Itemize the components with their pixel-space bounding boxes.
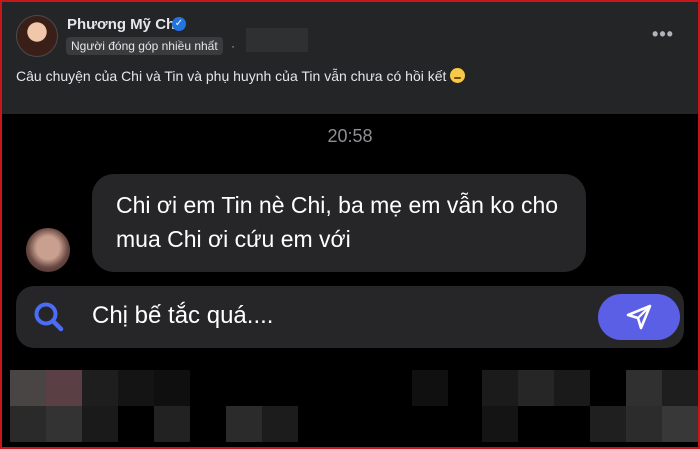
top-contributor-badge: Người đóng góp nhiều nhất xyxy=(66,37,223,55)
search-icon xyxy=(34,302,64,332)
chat-screenshot: 20:58 Chi ơi em Tin nè Chi, ba mẹ em vẫn… xyxy=(2,114,698,447)
message-text: Chi ơi em Tin nè Chi, ba mẹ em vẫn ko ch… xyxy=(116,192,559,252)
more-options-icon[interactable]: ••• xyxy=(648,24,678,48)
separator-dot: · xyxy=(231,39,235,53)
post-caption: Câu chuyện của Chi và Tin và phụ huynh c… xyxy=(16,68,466,84)
author-avatar[interactable] xyxy=(16,15,58,57)
message-input-text[interactable]: Chị bế tắc quá.... xyxy=(92,302,273,330)
caption-text: Câu chuyện của Chi và Tin và phụ huynh c… xyxy=(16,68,447,84)
send-icon xyxy=(626,304,652,330)
sender-avatar xyxy=(26,228,70,272)
message-bubble: Chi ơi em Tin nè Chi, ba mẹ em vẫn ko ch… xyxy=(92,174,586,272)
post-timestamp-blurred xyxy=(246,28,308,52)
pixelated-area xyxy=(2,370,698,447)
send-button[interactable] xyxy=(598,294,680,340)
verified-badge-icon: ✓ xyxy=(172,17,186,31)
chat-timestamp: 20:58 xyxy=(327,126,373,146)
post-header: Phương Mỹ Chi ✓ Người đóng góp nhiều nhấ… xyxy=(2,2,698,114)
sleepy-emoji-icon xyxy=(450,68,466,83)
author-name[interactable]: Phương Mỹ Chi xyxy=(67,16,179,33)
post-frame: Phương Mỹ Chi ✓ Người đóng góp nhiều nhấ… xyxy=(0,0,700,449)
message-input-bar[interactable]: Chị bế tắc quá.... xyxy=(16,286,684,348)
